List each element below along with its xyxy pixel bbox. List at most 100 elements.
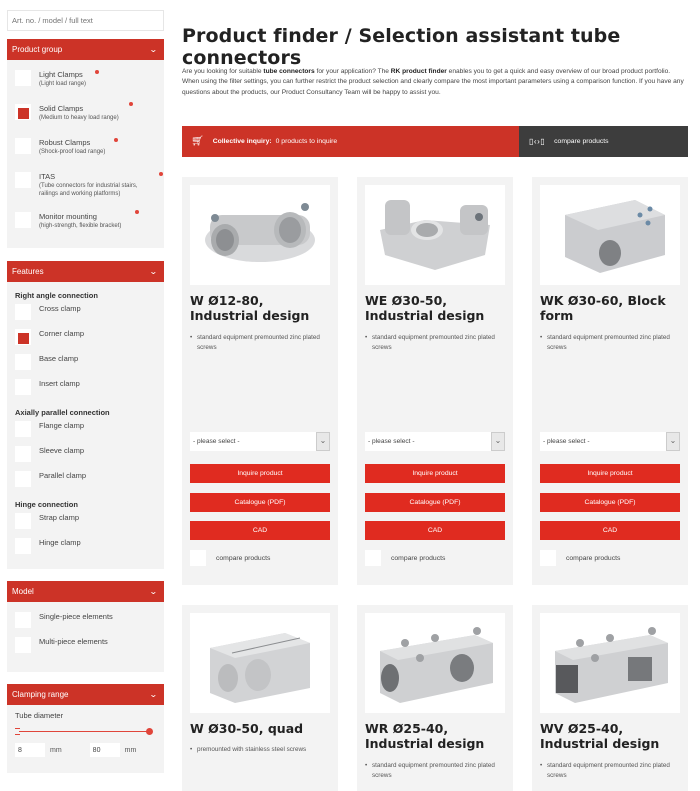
product-image[interactable] <box>540 613 680 713</box>
min-diameter-input[interactable] <box>15 743 45 757</box>
checkbox[interactable] <box>15 637 31 653</box>
checkbox[interactable] <box>15 446 31 462</box>
max-diameter-input[interactable] <box>89 743 120 757</box>
model-panel: Model ⌄ Single-piece elements Multi-piec… <box>7 581 164 672</box>
product-group-panel: Product group ⌄ Light Clamps (Light load … <box>7 39 164 248</box>
compare-products-toggle[interactable]: compare products <box>540 550 620 566</box>
collective-inquiry-button[interactable]: 🛒︎ Collective inquiry: 0 products to inq… <box>182 126 519 157</box>
product-image[interactable] <box>365 185 505 285</box>
slider-max-handle[interactable] <box>146 728 153 735</box>
info-dot-icon <box>95 70 99 74</box>
panel-title: Model <box>12 587 34 596</box>
clamping-range-header[interactable]: Clamping range ⌄ <box>7 684 164 705</box>
catalogue-pdf-button[interactable]: Catalogue (PDF) <box>365 493 505 512</box>
inquire-product-button[interactable]: Inquire product <box>540 464 680 483</box>
inquiry-label: Collective inquiry: <box>212 138 272 145</box>
tube-diameter-label: Tube diameter <box>15 711 64 720</box>
product-card: WR Ø25-40, Industrial design standard eq… <box>357 605 513 791</box>
product-image[interactable] <box>540 185 680 285</box>
compare-icon: ▯‹›▯ <box>529 137 546 146</box>
checkbox[interactable] <box>15 138 31 154</box>
product-title[interactable]: W Ø30-50, quad <box>190 721 335 736</box>
unit-label: mm <box>50 746 62 754</box>
product-feature: standard equipment premounted zinc plate… <box>540 333 680 353</box>
product-feature: standard equipment premounted zinc plate… <box>540 761 680 781</box>
filter-parallel-clamp[interactable]: Parallel clamp <box>15 471 156 492</box>
product-feature: premounted with stainless steel screws <box>190 745 330 755</box>
filter-itas[interactable]: ITAS (Tube connectors for industrial stai… <box>15 172 163 202</box>
model-header[interactable]: Model ⌄ <box>7 581 164 602</box>
clamping-range-panel: Clamping range ⌄ Tube diameter mm mm <box>7 684 164 773</box>
unit-label: mm <box>124 746 137 754</box>
filter-flange-clamp[interactable]: Flange clamp <box>15 421 156 442</box>
checkbox[interactable] <box>15 379 31 395</box>
product-feature: standard equipment premounted zinc plate… <box>365 333 505 353</box>
checkbox-checked[interactable] <box>15 329 31 345</box>
product-title[interactable]: W Ø12-80, Industrial design <box>190 293 335 323</box>
filter-hinge-clamp[interactable]: Hinge clamp <box>15 538 156 559</box>
checkbox[interactable] <box>190 550 206 566</box>
cad-button[interactable]: CAD <box>540 521 680 540</box>
filter-light-clamps[interactable]: Light Clamps (Light load range) <box>15 70 156 92</box>
checkbox[interactable] <box>15 513 31 529</box>
filter-strap-clamp[interactable]: Strap clamp <box>15 513 156 534</box>
checkbox[interactable] <box>15 421 31 437</box>
variant-select[interactable]: - please select - ⌄ <box>540 432 680 451</box>
checkbox[interactable] <box>15 538 31 554</box>
variant-select[interactable]: - please select - ⌄ <box>365 432 505 451</box>
filter-base-clamp[interactable]: Base clamp <box>15 354 156 375</box>
product-title[interactable]: WE Ø30-50, Industrial design <box>365 293 510 323</box>
product-image[interactable] <box>190 185 330 285</box>
checkbox[interactable] <box>15 471 31 487</box>
cart-icon: 🛒︎ <box>191 136 204 147</box>
slider-min-handle[interactable] <box>15 728 20 735</box>
inquiry-count: 0 products to inquire <box>275 138 338 145</box>
inquire-product-button[interactable]: Inquire product <box>365 464 505 483</box>
catalogue-pdf-button[interactable]: Catalogue (PDF) <box>190 493 330 512</box>
product-group-header[interactable]: Product group ⌄ <box>7 39 164 60</box>
compare-products-toggle[interactable]: compare products <box>190 550 270 566</box>
checkbox[interactable] <box>15 354 31 370</box>
chevron-down-icon[interactable]: ⌄ <box>316 432 330 451</box>
checkbox[interactable] <box>15 70 31 86</box>
checkbox[interactable] <box>540 550 556 566</box>
filter-solid-clamps[interactable]: Solid Clamps (Medium to heavy load range) <box>15 102 156 126</box>
search-input[interactable] <box>7 10 164 31</box>
features-panel: Features ⌄ Right angle connection Cross … <box>7 261 164 569</box>
group-label: Right angle connection <box>15 291 98 300</box>
product-title[interactable]: WR Ø25-40, Industrial design <box>365 721 510 751</box>
product-title[interactable]: WV Ø25-40, Industrial design <box>540 721 685 751</box>
filter-single-piece[interactable]: Single-piece elements <box>15 612 156 633</box>
checkbox[interactable] <box>15 612 31 628</box>
cad-button[interactable]: CAD <box>365 521 505 540</box>
variant-select[interactable]: - please select - ⌄ <box>190 432 330 451</box>
checkbox[interactable] <box>365 550 381 566</box>
filter-monitor-mounting[interactable]: Monitor mounting (high-strength, flexible… <box>15 210 156 234</box>
cad-button[interactable]: CAD <box>190 521 330 540</box>
group-label: Axially parallel connection <box>15 408 110 417</box>
product-image[interactable] <box>190 613 330 713</box>
checkbox-checked[interactable] <box>15 104 31 120</box>
filter-insert-clamp[interactable]: Insert clamp <box>15 379 156 400</box>
chevron-down-icon[interactable]: ⌄ <box>491 432 505 451</box>
filter-corner-clamp[interactable]: Corner clamp <box>15 329 156 350</box>
filter-sleeve-clamp[interactable]: Sleeve clamp <box>15 446 156 467</box>
inquire-product-button[interactable]: Inquire product <box>190 464 330 483</box>
checkbox[interactable] <box>15 172 31 188</box>
product-image[interactable] <box>365 613 505 713</box>
filter-multi-piece[interactable]: Multi-piece elements <box>15 637 156 658</box>
diameter-slider[interactable] <box>15 725 156 739</box>
info-dot-icon <box>129 102 133 106</box>
product-title[interactable]: WK Ø30-60, Block form <box>540 293 685 323</box>
compare-products-button[interactable]: ▯‹›▯ compare products <box>519 126 688 157</box>
features-header[interactable]: Features ⌄ <box>7 261 164 282</box>
chevron-down-icon[interactable]: ⌄ <box>666 432 680 451</box>
checkbox[interactable] <box>15 212 31 228</box>
catalogue-pdf-button[interactable]: Catalogue (PDF) <box>540 493 680 512</box>
action-bar: 🛒︎ Collective inquiry: 0 products to inq… <box>182 126 688 157</box>
compare-products-toggle[interactable]: compare products <box>365 550 445 566</box>
filter-cross-clamp[interactable]: Cross clamp <box>15 304 156 325</box>
info-dot-icon <box>159 172 163 176</box>
filter-robust-clamps[interactable]: Robust Clamps (Shock-proof load range) <box>15 138 156 160</box>
checkbox[interactable] <box>15 304 31 320</box>
